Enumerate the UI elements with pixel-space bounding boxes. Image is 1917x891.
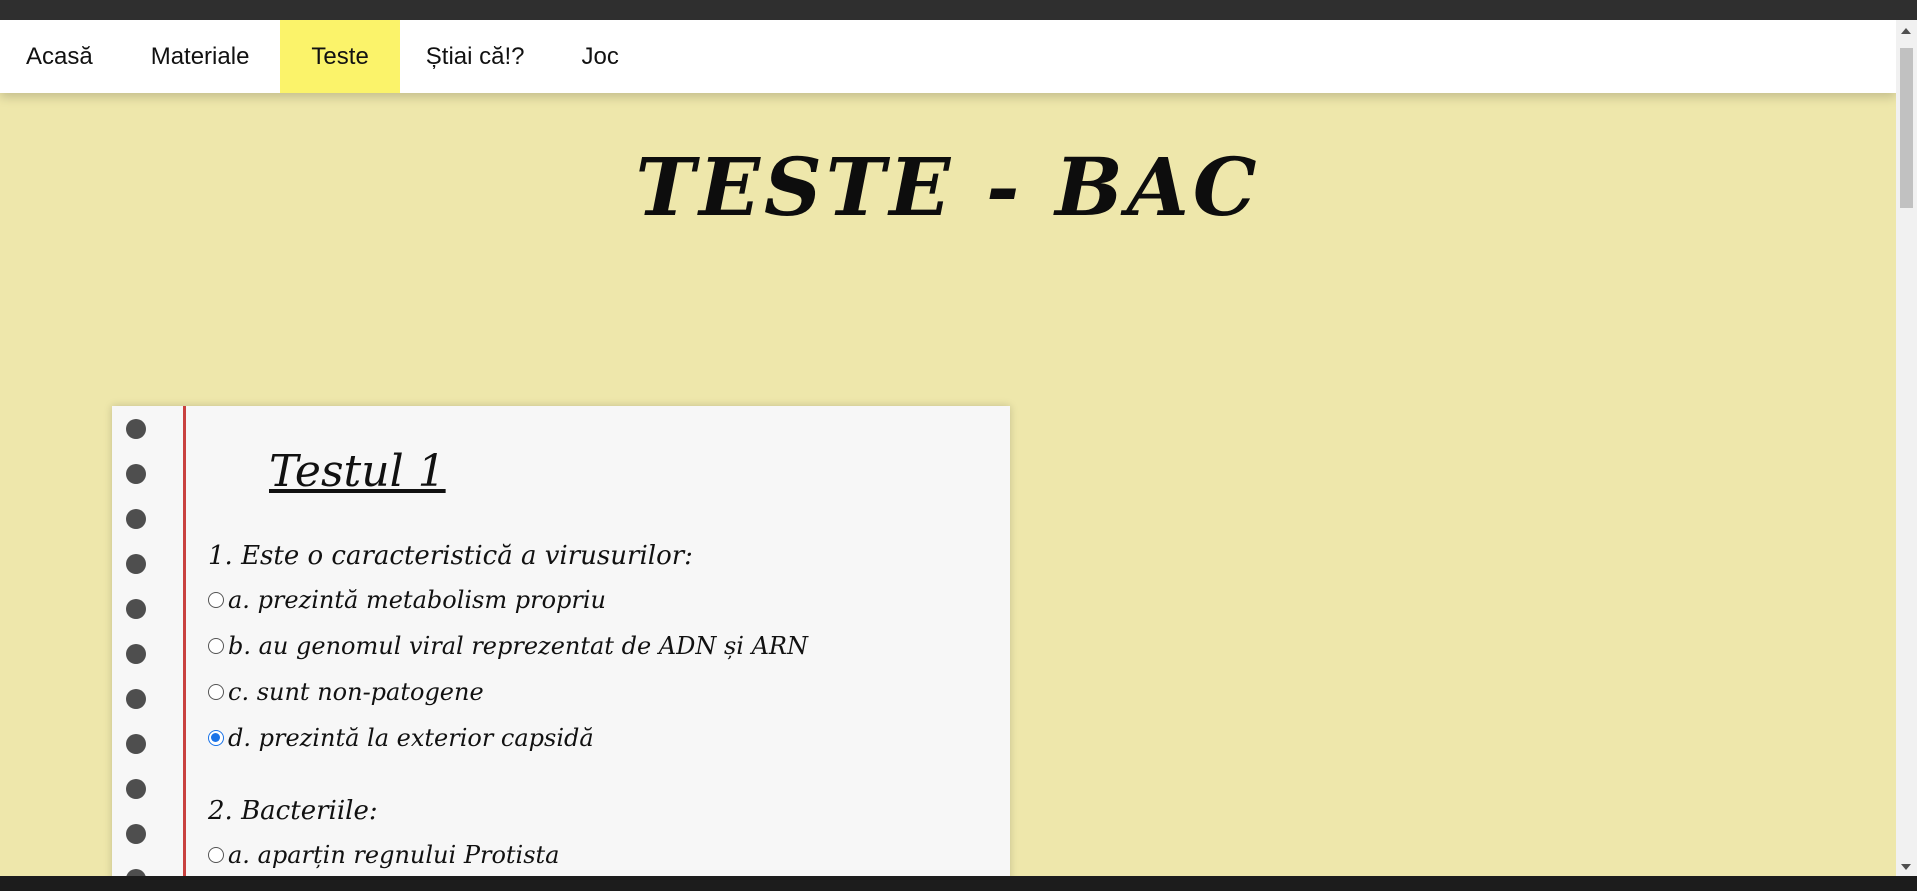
q1-option-b[interactable]: b. au genomul viral reprezentat de ADN ș…	[208, 632, 808, 660]
q1-option-b-label: b. au genomul viral reprezentat de ADN ș…	[228, 632, 808, 660]
browser-top-strip	[0, 0, 1917, 20]
notebook-hole	[126, 464, 146, 484]
test-title: Testul 1	[269, 446, 446, 497]
q1-option-b-radio[interactable]	[208, 638, 224, 654]
page-title: TESTE - BAC	[635, 140, 1261, 234]
q1-option-a[interactable]: a. prezintă metabolism propriu	[208, 586, 606, 614]
notebook-hole	[126, 509, 146, 529]
q2-option-a-radio[interactable]	[208, 847, 224, 863]
nav-item-acasa[interactable]: Acasă	[0, 20, 125, 93]
notebook-hole	[126, 779, 146, 799]
notebook-hole	[126, 869, 146, 876]
vertical-scrollbar[interactable]	[1896, 20, 1917, 876]
q1-option-c[interactable]: c. sunt non-patogene	[208, 678, 484, 706]
q1-option-d-radio[interactable]	[208, 730, 224, 746]
nav-item-teste[interactable]: Teste	[280, 20, 400, 93]
q1-option-d[interactable]: d. prezintă la exterior capsidă	[208, 724, 594, 752]
question-1-text: 1. Este o caracteristică a virusurilor:	[208, 541, 693, 571]
scroll-thumb[interactable]	[1900, 48, 1913, 208]
page-viewport: Acasă Materiale Teste Știai că!? Joc TES…	[0, 20, 1896, 876]
q2-option-a[interactable]: a. aparțin regnului Protista	[208, 841, 559, 869]
test-notebook-card: Testul 1 1. Este o caracteristică a viru…	[112, 406, 1010, 876]
scroll-down-arrow-icon[interactable]	[1901, 864, 1911, 870]
notebook-hole	[126, 419, 146, 439]
os-taskbar	[0, 876, 1917, 891]
main-navbar: Acasă Materiale Teste Știai că!? Joc	[0, 20, 1896, 93]
q1-option-a-label: a. prezintă metabolism propriu	[228, 586, 606, 614]
notebook-hole	[126, 734, 146, 754]
notebook-hole	[126, 644, 146, 664]
notebook-hole	[126, 824, 146, 844]
notebook-hole	[126, 554, 146, 574]
notebook-hole	[126, 689, 146, 709]
notebook-hole	[126, 599, 146, 619]
q1-option-d-label: d. prezintă la exterior capsidă	[228, 724, 594, 752]
question-2-text: 2. Bacteriile:	[208, 796, 378, 826]
nav-item-stiai-ca[interactable]: Știai că!?	[400, 20, 556, 93]
scroll-up-arrow-icon[interactable]	[1901, 28, 1911, 34]
q2-option-a-label: a. aparțin regnului Protista	[228, 841, 560, 869]
nav-item-joc[interactable]: Joc	[556, 20, 650, 93]
nav-item-materiale[interactable]: Materiale	[125, 20, 281, 93]
notebook-margin-line	[183, 406, 186, 876]
q1-option-c-radio[interactable]	[208, 684, 224, 700]
q1-option-c-label: c. sunt non-patogene	[228, 678, 484, 706]
q1-option-a-radio[interactable]	[208, 592, 224, 608]
